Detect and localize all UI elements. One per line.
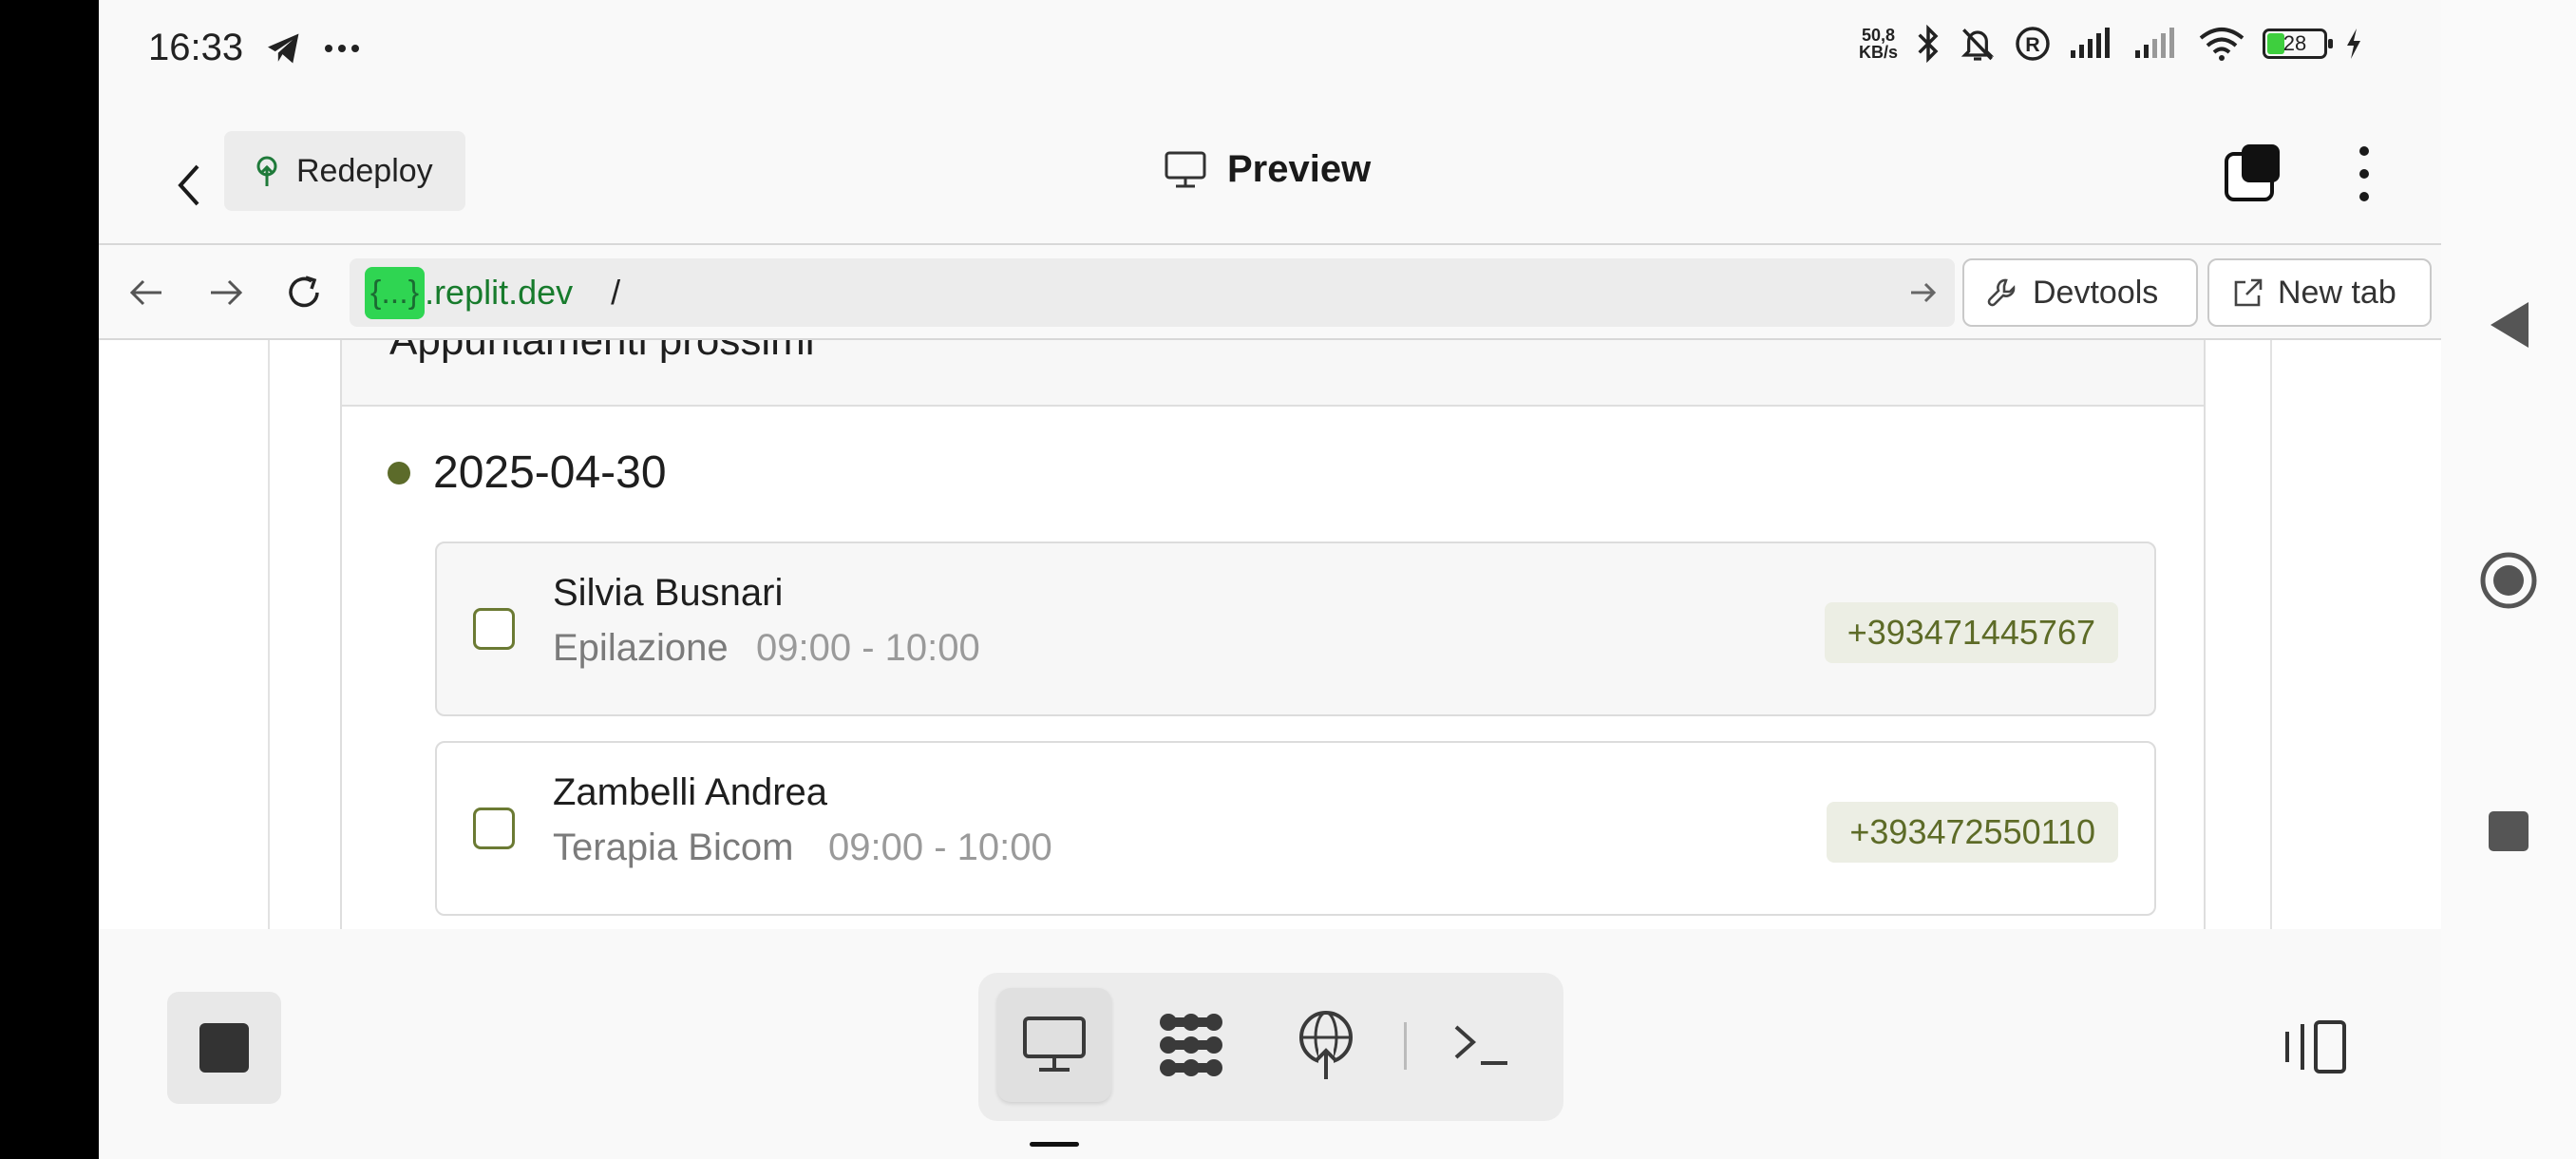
browser-back-button[interactable]	[122, 268, 171, 317]
tabs-button[interactable]	[2223, 142, 2283, 208]
wrench-icon	[1987, 278, 2016, 307]
arrow-right-icon	[211, 279, 243, 306]
page-border	[2270, 340, 2272, 929]
redeploy-icon	[256, 156, 277, 186]
speed-value: 50,8	[1861, 26, 1896, 45]
new-tab-button[interactable]: New tab	[2207, 258, 2432, 327]
appointment-checkbox[interactable]	[473, 608, 515, 650]
service-name: Terapia Bicom	[553, 826, 794, 868]
chevron-left-icon	[178, 164, 199, 206]
charging-icon	[2347, 28, 2360, 59]
card-header: Appuntamenti prossimi	[342, 340, 2204, 407]
date-bullet	[388, 462, 410, 484]
active-tab-indicator	[1030, 1142, 1079, 1147]
tool-dock	[978, 973, 1563, 1121]
side-panel-icon	[2285, 1020, 2346, 1074]
battery-icon: 28	[2263, 28, 2333, 59]
dock-divider	[1404, 1022, 1407, 1070]
svg-text:R: R	[2025, 33, 2039, 56]
appointment-checkbox[interactable]	[473, 808, 515, 849]
telegram-icon	[268, 33, 299, 64]
app-header: Redeploy Preview	[99, 129, 2441, 243]
status-bar: 16:33 50,8 KB/s R 28	[99, 0, 2441, 101]
bluetooth-icon	[1918, 25, 1939, 63]
wifi-icon	[2199, 28, 2245, 61]
shell-tab-button[interactable]	[1425, 988, 1539, 1102]
stop-icon	[199, 1023, 249, 1073]
deploy-tab-button[interactable]	[1269, 988, 1383, 1102]
agent-icon	[1160, 1014, 1222, 1076]
status-right-icons: 50,8 KB/s R 28	[1859, 25, 2363, 63]
appointment-item[interactable]: Silvia Busnari Epilazione 09:00 - 10:00 …	[435, 542, 2156, 716]
signal-icon	[2071, 28, 2110, 58]
reload-button[interactable]	[279, 268, 329, 317]
browser-toolbar: {...} .replit.dev / Devtools New tab	[99, 243, 2441, 340]
client-name: Zambelli Andrea	[553, 771, 828, 813]
url-masked-segment: {...}	[365, 266, 426, 319]
kebab-dot	[2359, 192, 2369, 201]
monitor-icon	[1165, 151, 1206, 187]
reload-icon	[289, 276, 319, 308]
external-link-icon	[2234, 278, 2263, 307]
section-title: Appuntamenti prossimi	[389, 340, 815, 364]
nav-recents-icon[interactable]	[2487, 809, 2530, 853]
service-name: Epilazione	[553, 627, 729, 669]
monitor-icon	[1023, 1016, 1086, 1072]
devtools-label: Devtools	[2033, 274, 2159, 311]
tabs-icon	[2225, 144, 2280, 201]
deploy-globe-icon	[1299, 1011, 1353, 1081]
nav-home-icon[interactable]	[2479, 551, 2538, 610]
appointments-card: Appuntamenti prossimi 2025-04-30 Silvia …	[340, 340, 2206, 929]
panel-toggle-button[interactable]	[2280, 1018, 2348, 1080]
more-menu-button[interactable]	[2340, 141, 2388, 207]
bell-off-icon	[1960, 28, 1995, 61]
terminal-icon	[1454, 1025, 1507, 1065]
stop-button[interactable]	[167, 992, 281, 1104]
battery-tip	[2328, 39, 2333, 48]
appointment-time: 09:00 - 10:00	[756, 627, 980, 669]
preview-tab-button[interactable]	[997, 988, 1111, 1102]
page-border	[268, 340, 270, 929]
kebab-dot	[2359, 169, 2369, 179]
redeploy-button[interactable]: Redeploy	[224, 131, 465, 211]
appointment-item[interactable]: Zambelli Andrea Terapia Bicom 09:00 - 10…	[435, 741, 2156, 916]
url-path: /	[611, 273, 621, 312]
registered-icon: R	[2016, 27, 2050, 61]
agent-tab-button[interactable]	[1134, 988, 1248, 1102]
redeploy-label: Redeploy	[296, 152, 433, 189]
url-input[interactable]: {...} .replit.dev /	[350, 258, 1955, 327]
battery-level: 28	[2282, 31, 2307, 55]
browser-forward-button[interactable]	[201, 268, 251, 317]
status-left-icons	[266, 32, 361, 65]
phone-badge[interactable]: +393472550110	[1827, 802, 2118, 863]
status-time: 16:33	[148, 27, 244, 68]
webview-content: Appuntamenti prossimi 2025-04-30 Silvia …	[99, 340, 2441, 929]
go-arrow-icon[interactable]	[1907, 274, 1940, 312]
system-nav-bar	[2441, 0, 2576, 1159]
url-domain: .replit.dev	[425, 273, 574, 312]
nav-back-icon[interactable]	[2489, 300, 2530, 350]
page-title: Preview	[1227, 148, 1372, 190]
signal-icon	[2135, 28, 2174, 58]
appointment-time: 09:00 - 10:00	[828, 826, 1052, 868]
date-heading: 2025-04-30	[433, 447, 667, 498]
arrow-left-icon	[129, 279, 161, 306]
left-black-edge	[0, 0, 99, 1159]
kebab-dot	[2359, 146, 2369, 156]
devtools-button[interactable]: Devtools	[1962, 258, 2198, 327]
phone-badge[interactable]: +393471445767	[1824, 602, 2118, 663]
preview-title: Preview	[1165, 148, 1371, 191]
network-speed: 50,8 KB/s	[1859, 27, 1898, 61]
new-tab-label: New tab	[2278, 274, 2396, 311]
client-name: Silvia Busnari	[553, 572, 784, 614]
more-dots-icon	[325, 45, 359, 52]
app-screen: 16:33 50,8 KB/s R 28 Redeploy Preview {.…	[99, 0, 2441, 1159]
back-button[interactable]	[156, 152, 222, 218]
speed-unit: KB/s	[1858, 43, 1898, 62]
bottom-toolbar	[99, 929, 2441, 1159]
